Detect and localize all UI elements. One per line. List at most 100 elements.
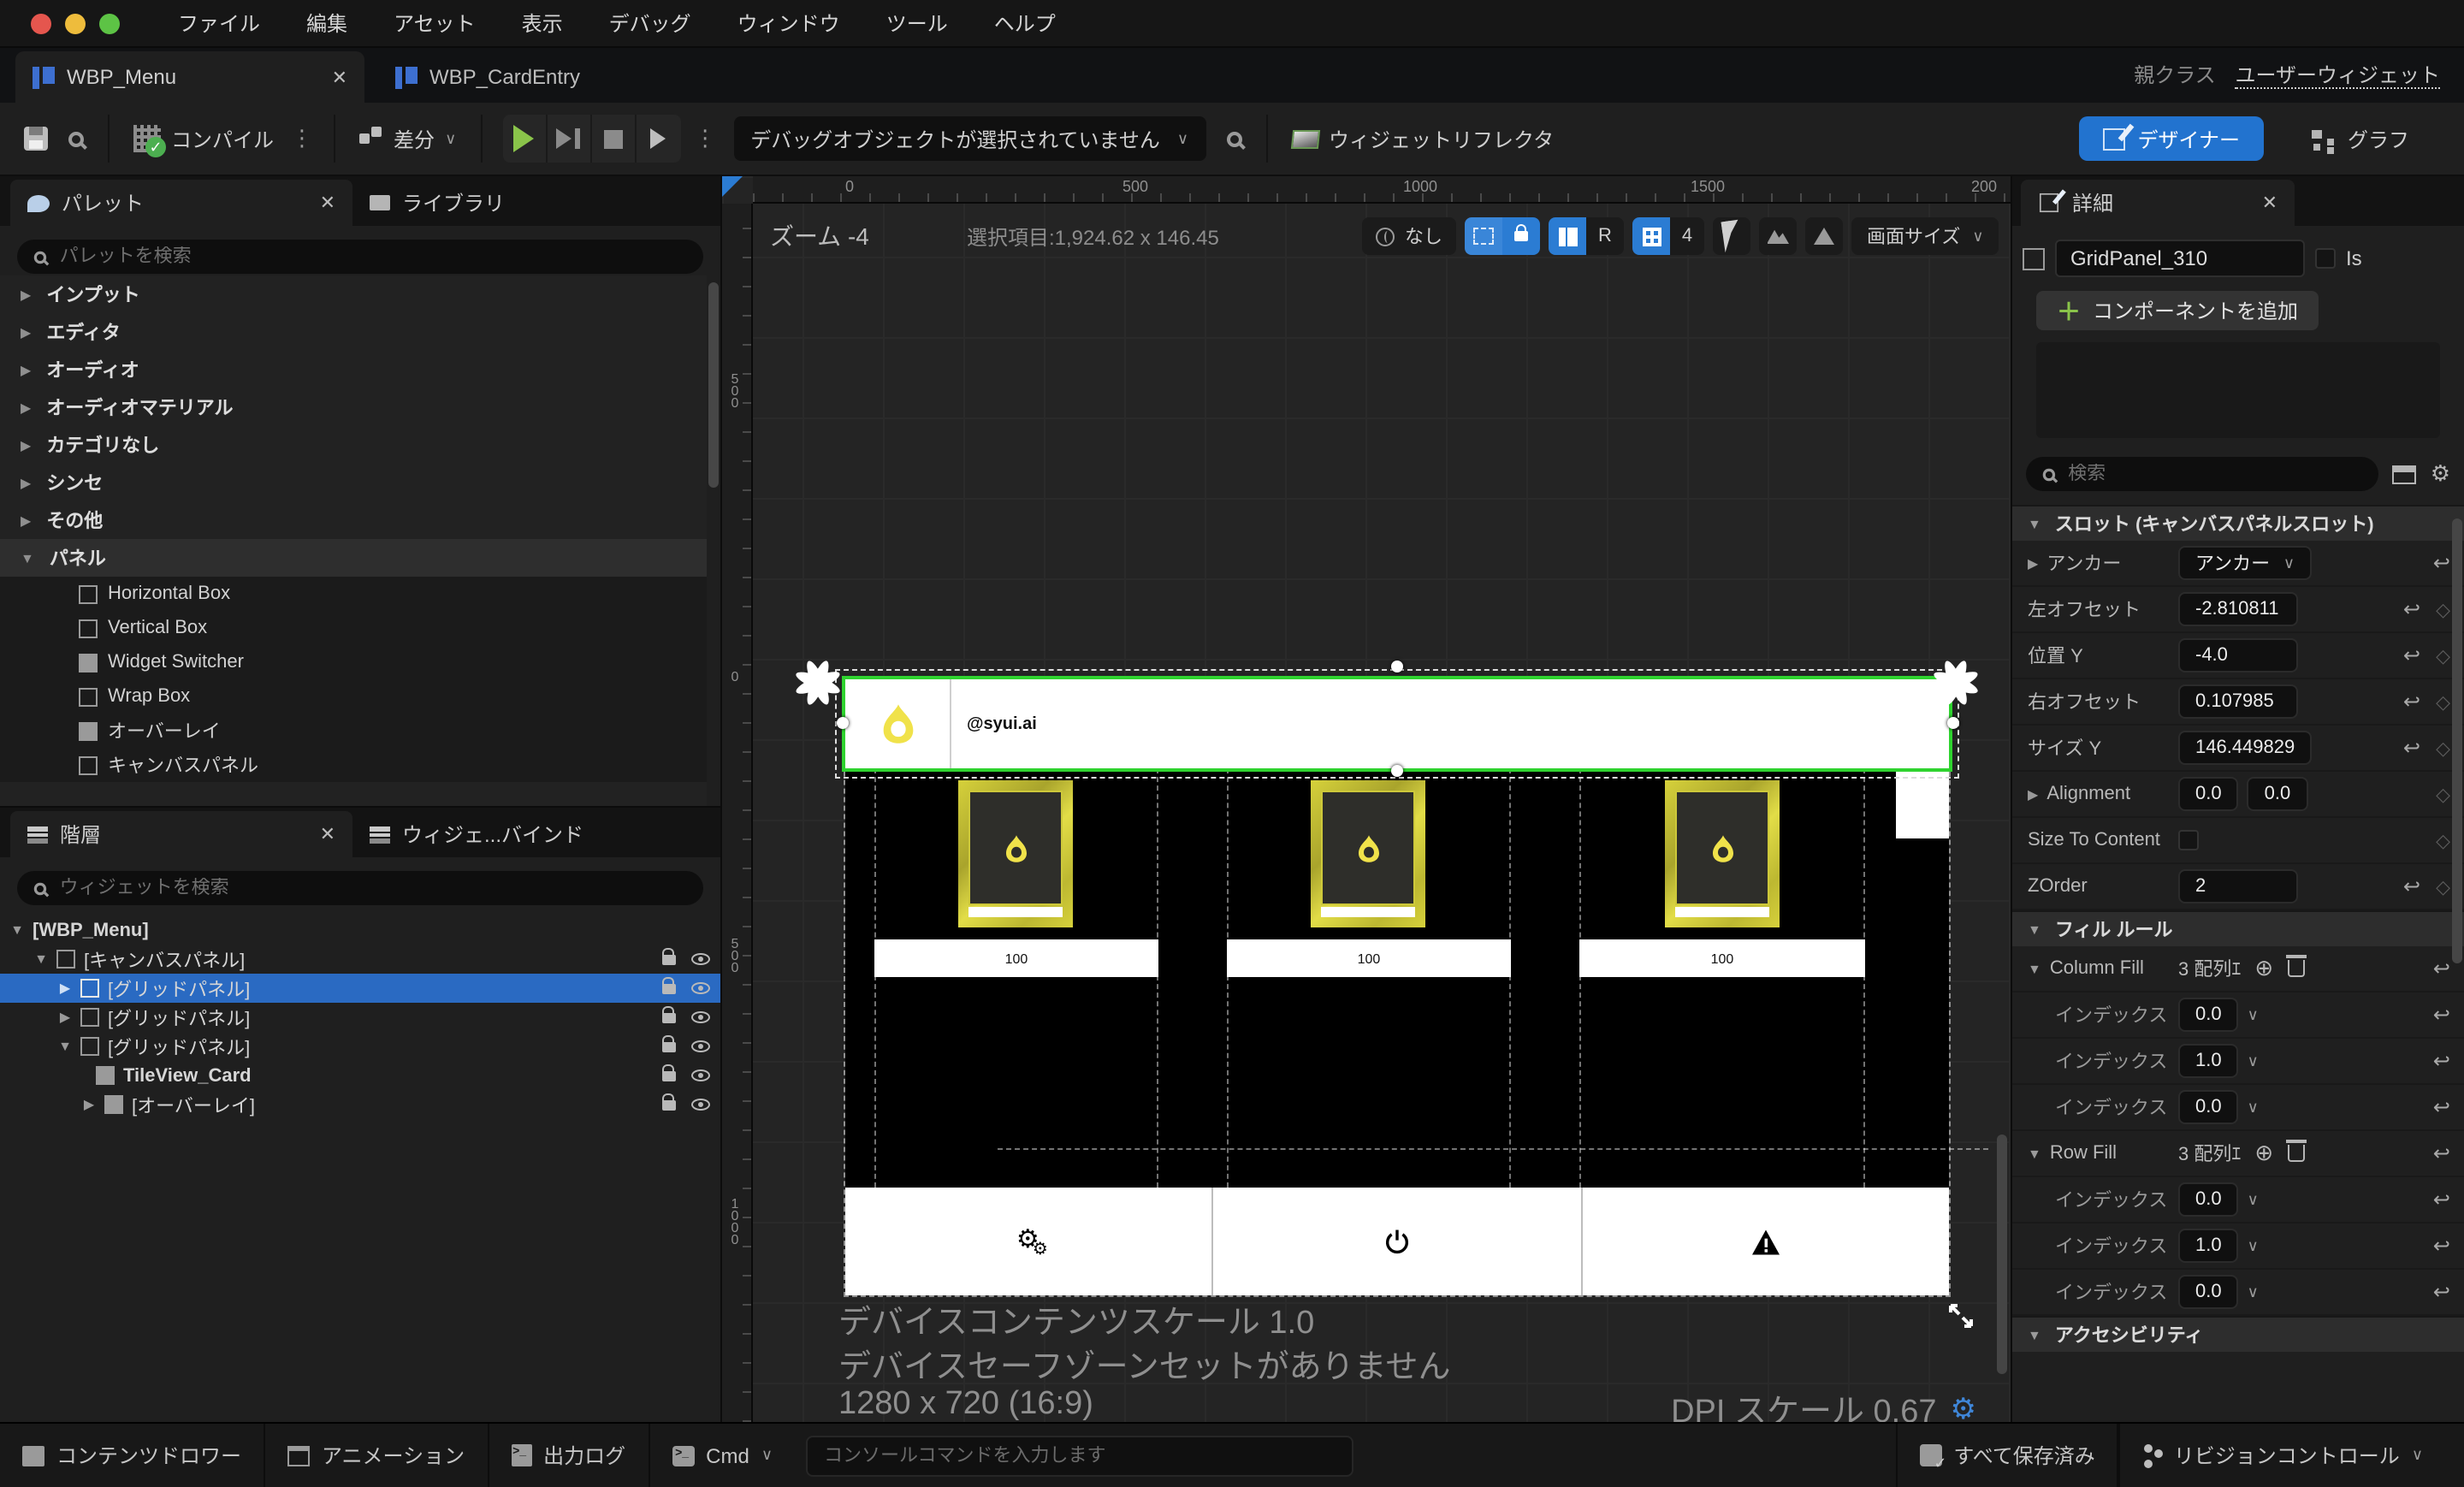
output-log-button[interactable]: 出力ログ — [489, 1424, 650, 1487]
visibility-eye-icon[interactable] — [691, 1099, 710, 1111]
alignment-x-field[interactable]: 0.0 — [2178, 777, 2239, 811]
palette-item-wrap-box[interactable]: Wrap Box — [0, 679, 707, 714]
reset-icon[interactable]: ↩ — [2433, 1049, 2450, 1073]
close-tab-icon[interactable]: ✕ — [332, 66, 347, 88]
close-panel-icon[interactable]: ✕ — [320, 192, 335, 214]
tab-wbp-menu[interactable]: WBP_Menu ✕ — [15, 51, 364, 103]
trash-icon[interactable] — [2285, 955, 2307, 977]
resize-handle-left[interactable] — [837, 717, 849, 729]
reset-icon[interactable]: ↩ — [2433, 1188, 2450, 1212]
menu-edit[interactable]: 編集 — [306, 9, 347, 38]
tab-hierarchy[interactable]: 階層 ✕ — [10, 811, 352, 857]
anchor-medallion-topright[interactable] — [1930, 657, 1981, 708]
reset-icon[interactable]: ↩ — [2403, 874, 2420, 898]
palette-item-horizontal-box[interactable]: Horizontal Box — [0, 577, 707, 611]
designer-viewport[interactable]: 0 500 1000 1500 200 500 0 500 1000 ズーム -… — [722, 176, 2011, 1422]
parent-class-link[interactable]: ユーザーウィジェット — [2235, 63, 2440, 89]
preview-background-button[interactable] — [1759, 217, 1797, 255]
tab-widget-bind[interactable]: ウィジェ...バインド — [352, 811, 601, 857]
resize-handle-bottom[interactable] — [1391, 765, 1403, 777]
palette-item-vertical-box[interactable]: Vertical Box — [0, 611, 707, 645]
frame-skip-button[interactable] — [547, 115, 592, 163]
zorder-field[interactable]: 2 — [2178, 869, 2298, 903]
index-field[interactable]: 0.0 — [2178, 1182, 2239, 1217]
visibility-eye-icon[interactable] — [691, 1040, 710, 1052]
reset-icon[interactable]: ↩ — [2403, 736, 2420, 760]
close-window-button[interactable] — [31, 13, 51, 33]
collapse-arrow-icon[interactable]: ▼ — [58, 1039, 72, 1054]
save-button[interactable] — [14, 127, 58, 151]
offset-right-field[interactable]: 0.107985 — [2178, 684, 2298, 719]
bind-diamond-icon[interactable]: ◇ — [2436, 737, 2450, 759]
cmd-dropdown[interactable]: Cmd ∨ — [649, 1424, 795, 1487]
reset-icon[interactable]: ↩ — [2433, 1234, 2450, 1258]
marquee-select-button[interactable] — [1465, 217, 1502, 255]
menu-debug[interactable]: デバッグ — [609, 9, 691, 38]
save-status-button[interactable]: すべて保存済み — [1895, 1424, 2119, 1487]
tree-row-wbp-menu[interactable]: ▼ [WBP_Menu] — [0, 915, 720, 945]
palette-item-overlay[interactable]: オーバーレイ — [0, 714, 707, 748]
lock-icon[interactable] — [662, 947, 676, 964]
index-field[interactable]: 1.0 — [2178, 1229, 2239, 1263]
menu-window[interactable]: ウィンドウ — [737, 9, 840, 38]
viewport-scrollbar[interactable] — [1997, 1135, 2007, 1374]
card-widget[interactable] — [1665, 780, 1780, 927]
widget-reflector-button[interactable]: ウィジェットリフレクタ — [1281, 124, 1564, 153]
grid-snap-size[interactable]: 4 — [1670, 217, 1704, 255]
maximize-window-button[interactable] — [99, 13, 120, 33]
palette-category-panel[interactable]: ▼ パネル — [0, 539, 707, 577]
collapse-arrow-icon[interactable]: ▼ — [34, 951, 48, 967]
tree-row-tileview-card[interactable]: TileView_Card — [0, 1061, 720, 1090]
dpi-settings-gear-icon[interactable]: ⚙ — [1951, 1392, 1977, 1422]
visibility-eye-icon[interactable] — [691, 982, 710, 994]
reset-icon[interactable]: ↩ — [2403, 643, 2420, 667]
reset-icon[interactable]: ↩ — [2433, 1003, 2450, 1027]
size-y-field[interactable]: 146.449829 — [2178, 731, 2313, 765]
collapse-arrow-icon[interactable]: ▼ — [2028, 1146, 2041, 1161]
diff-button[interactable]: 差分 ∨ — [349, 124, 466, 153]
play-button[interactable] — [502, 115, 548, 163]
palette-search-input[interactable] — [59, 246, 688, 267]
fill-rules-section-header[interactable]: ▼ フィル ルール — [2012, 910, 2464, 946]
chevron-down-icon[interactable]: ∨ — [2248, 1190, 2259, 1209]
resize-handle-corner-icon[interactable] — [1947, 1302, 1975, 1330]
details-scrollbar[interactable] — [2452, 518, 2462, 963]
respect-locks-button[interactable]: R — [1586, 217, 1624, 255]
is-variable-checkbox[interactable] — [2315, 248, 2336, 269]
bind-diamond-icon[interactable]: ◇ — [2436, 783, 2450, 805]
expand-arrow-icon[interactable]: ▶ — [82, 1097, 96, 1112]
hierarchy-search-input[interactable] — [59, 878, 688, 898]
card-widget[interactable] — [1311, 780, 1425, 927]
designer-mode-button[interactable]: デザイナー — [2079, 116, 2264, 161]
details-settings-gear-icon[interactable]: ⚙ — [2431, 461, 2450, 487]
collapse-arrow-icon[interactable]: ▼ — [10, 922, 24, 938]
localization-preview-button[interactable]: なし — [1362, 217, 1456, 255]
tree-row-grid-panel-selected[interactable]: ▶ [グリッドパネル] — [0, 974, 720, 1003]
palette-category-synth[interactable]: ▶ シンセ — [0, 464, 707, 501]
widget-name-input[interactable] — [2055, 240, 2305, 277]
visibility-eye-icon[interactable] — [691, 953, 710, 965]
graph-mode-button[interactable]: グラフ — [2301, 124, 2420, 153]
lock-icon[interactable] — [662, 1093, 676, 1110]
add-element-icon[interactable]: ⊕ — [2254, 955, 2273, 982]
index-field[interactable]: 0.0 — [2178, 1275, 2239, 1309]
card-widget[interactable] — [958, 780, 1073, 927]
anchor-dropdown[interactable]: アンカー ∨ — [2178, 546, 2312, 580]
tree-row-grid-panel-2[interactable]: ▶ [グリッドパネル] — [0, 1003, 720, 1032]
palette-scrollbar[interactable] — [708, 282, 719, 488]
screen-size-dropdown[interactable]: 画面サイズ ∨ — [1851, 217, 1999, 255]
browse-asset-button[interactable] — [58, 131, 94, 146]
details-search-input[interactable] — [2068, 464, 2364, 484]
cursor-tool-button[interactable] — [1713, 217, 1750, 255]
offset-left-field[interactable]: -2.810811 — [2178, 592, 2298, 626]
reset-icon[interactable]: ↩ — [2433, 1141, 2450, 1165]
chevron-down-icon[interactable]: ∨ — [2248, 1052, 2259, 1070]
reset-icon[interactable]: ↩ — [2403, 690, 2420, 714]
hierarchy-search[interactable] — [17, 871, 703, 905]
chevron-down-icon[interactable]: ∨ — [2248, 1005, 2259, 1024]
show-outlines-button[interactable] — [1549, 217, 1586, 255]
chevron-down-icon[interactable]: ∨ — [2248, 1283, 2259, 1301]
flip-preview-button[interactable] — [1805, 217, 1843, 255]
bind-diamond-icon[interactable]: ◇ — [2436, 690, 2450, 713]
display-filter-icon[interactable] — [2392, 465, 2417, 483]
